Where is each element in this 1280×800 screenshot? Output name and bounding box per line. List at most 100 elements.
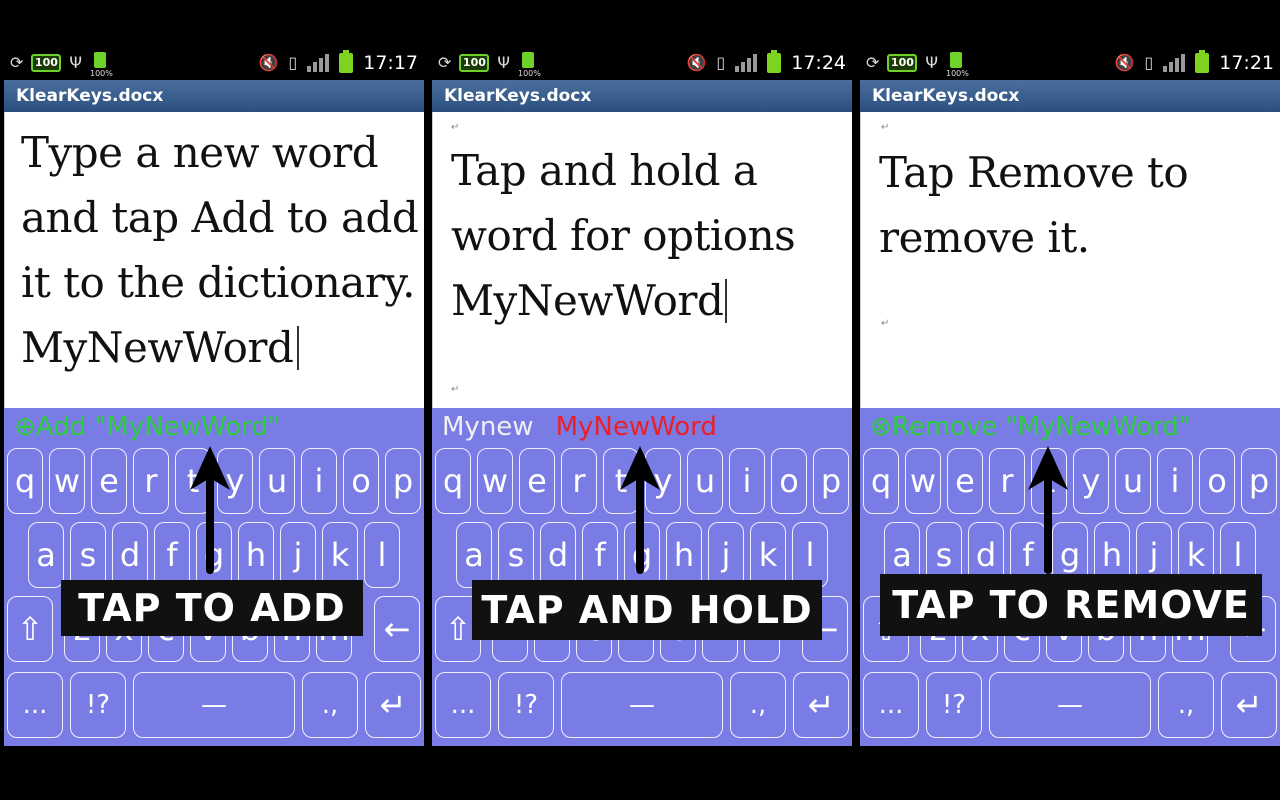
doc-line: Type a new word bbox=[21, 128, 379, 177]
suggestion-bar: ⊗Remove "MyNewWord" bbox=[860, 408, 1280, 446]
dot-comma-key[interactable]: ., bbox=[302, 672, 358, 738]
key-p[interactable]: p bbox=[385, 448, 421, 514]
key-r[interactable]: r bbox=[133, 448, 169, 514]
key-a[interactable]: a bbox=[28, 522, 64, 588]
vibrate-icon: ▯ bbox=[1144, 53, 1154, 72]
space-key[interactable]: — bbox=[989, 672, 1151, 738]
doc-line: remove it. bbox=[879, 213, 1090, 262]
signal-icon bbox=[1163, 54, 1186, 72]
key-q[interactable]: q bbox=[7, 448, 43, 514]
sync-icon: ⟳ bbox=[10, 53, 24, 72]
doc-line: Tap Remove to bbox=[879, 148, 1189, 197]
key-f[interactable]: f bbox=[582, 522, 618, 588]
key-d[interactable]: d bbox=[540, 522, 576, 588]
battery-icon bbox=[1195, 50, 1210, 73]
mute-icon: 🔇 bbox=[1114, 53, 1135, 72]
more-symbols-key[interactable]: ... bbox=[863, 672, 919, 738]
more-symbols-key[interactable]: ... bbox=[7, 672, 63, 738]
paragraph-mark: ↵ bbox=[881, 318, 890, 329]
key-i[interactable]: i bbox=[729, 448, 765, 514]
key-e[interactable]: e bbox=[91, 448, 127, 514]
usb-icon: Ψ bbox=[69, 53, 82, 72]
key-i[interactable]: i bbox=[1157, 448, 1193, 514]
document-area[interactable]: ↵ Tap Remove to remove it. ↵ bbox=[860, 112, 1280, 408]
key-j[interactable]: j bbox=[708, 522, 744, 588]
dot-comma-key[interactable]: ., bbox=[730, 672, 786, 738]
suggestion-bar: Mynew MyNewWord bbox=[432, 408, 852, 446]
key-e[interactable]: e bbox=[947, 448, 983, 514]
document-title: KlearKeys.docx bbox=[860, 80, 1280, 112]
arrow-up-icon bbox=[1028, 446, 1068, 574]
key-l[interactable]: l bbox=[792, 522, 828, 588]
key-i[interactable]: i bbox=[301, 448, 337, 514]
mute-icon: 🔇 bbox=[686, 53, 707, 72]
key-u[interactable]: u bbox=[1115, 448, 1151, 514]
battery-badge: 100 bbox=[887, 54, 918, 72]
enter-key[interactable]: ↵ bbox=[1221, 672, 1277, 738]
key-o[interactable]: o bbox=[771, 448, 807, 514]
space-key[interactable]: — bbox=[561, 672, 723, 738]
key-w[interactable]: w bbox=[905, 448, 941, 514]
key-o[interactable]: o bbox=[343, 448, 379, 514]
suggestion-word[interactable]: Mynew bbox=[442, 412, 534, 442]
doc-line: Tap and hold a bbox=[451, 146, 758, 195]
paragraph-mark: ↵ bbox=[451, 384, 460, 395]
remove-word-suggestion[interactable]: ⊗Remove "MyNewWord" bbox=[870, 412, 1191, 442]
instruction-label: TAP TO REMOVE bbox=[880, 574, 1262, 636]
key-j[interactable]: j bbox=[280, 522, 316, 588]
shift-key[interactable]: ⇧ bbox=[7, 596, 53, 662]
key-p[interactable]: p bbox=[1241, 448, 1277, 514]
key-r[interactable]: r bbox=[989, 448, 1025, 514]
add-word-suggestion[interactable]: ⊕Add "MyNewWord" bbox=[14, 412, 280, 442]
key-e[interactable]: e bbox=[519, 448, 555, 514]
key-r[interactable]: r bbox=[561, 448, 597, 514]
key-k[interactable]: k bbox=[322, 522, 358, 588]
key-k[interactable]: k bbox=[750, 522, 786, 588]
sync-icon: ⟳ bbox=[438, 53, 452, 72]
more-symbols-key[interactable]: ... bbox=[435, 672, 491, 738]
punctuation-key[interactable]: !? bbox=[926, 672, 982, 738]
paragraph-mark: ↵ bbox=[451, 122, 460, 133]
battery-icon bbox=[339, 50, 354, 73]
key-a[interactable]: a bbox=[456, 522, 492, 588]
document-area[interactable]: ↵ Tap and hold a word for options MyNewW… bbox=[432, 112, 852, 408]
key-f[interactable]: f bbox=[154, 522, 190, 588]
enter-key[interactable]: ↵ bbox=[793, 672, 849, 738]
enter-key[interactable]: ↵ bbox=[365, 672, 421, 738]
punctuation-key[interactable]: !? bbox=[70, 672, 126, 738]
dot-comma-key[interactable]: ., bbox=[1158, 672, 1214, 738]
usb-icon: Ψ bbox=[497, 53, 510, 72]
key-p[interactable]: p bbox=[813, 448, 849, 514]
key-s[interactable]: s bbox=[70, 522, 106, 588]
battery-badge: 100 bbox=[31, 54, 62, 72]
key-u[interactable]: u bbox=[259, 448, 295, 514]
punctuation-key[interactable]: !? bbox=[498, 672, 554, 738]
key-d[interactable]: d bbox=[112, 522, 148, 588]
space-key[interactable]: — bbox=[133, 672, 295, 738]
suggestion-word-selected[interactable]: MyNewWord bbox=[556, 412, 717, 442]
remove-icon: ⊗ bbox=[870, 412, 892, 442]
doc-line: MyNewWord bbox=[21, 323, 294, 372]
key-u[interactable]: u bbox=[687, 448, 723, 514]
key-l[interactable]: l bbox=[364, 522, 400, 588]
document-title: KlearKeys.docx bbox=[432, 80, 852, 112]
document-text: Tap and hold a word for options MyNewWor… bbox=[451, 138, 796, 333]
key-q[interactable]: q bbox=[863, 448, 899, 514]
doc-line: word for options bbox=[451, 211, 796, 260]
key-o[interactable]: o bbox=[1199, 448, 1235, 514]
key-w[interactable]: w bbox=[477, 448, 513, 514]
phone-panel-remove: ⟳ 100 Ψ 100% 🔇 ▯ 17:21 KlearKeys.docx ↵ … bbox=[860, 48, 1280, 746]
doc-line: it to the dictionary. bbox=[21, 258, 415, 307]
document-area[interactable]: Type a new word and tap Add to add it to… bbox=[4, 112, 424, 408]
backspace-key[interactable]: ← bbox=[374, 596, 420, 662]
vibrate-icon: ▯ bbox=[716, 53, 726, 72]
suggestion-bar: ⊕Add "MyNewWord" bbox=[4, 408, 424, 446]
key-s[interactable]: s bbox=[498, 522, 534, 588]
clock: 17:17 bbox=[363, 52, 418, 74]
key-w[interactable]: w bbox=[49, 448, 85, 514]
battery-badge: 100 bbox=[459, 54, 490, 72]
sync-icon: ⟳ bbox=[866, 53, 880, 72]
text-cursor bbox=[725, 279, 728, 323]
key-q[interactable]: q bbox=[435, 448, 471, 514]
arrow-up-icon bbox=[190, 446, 230, 574]
